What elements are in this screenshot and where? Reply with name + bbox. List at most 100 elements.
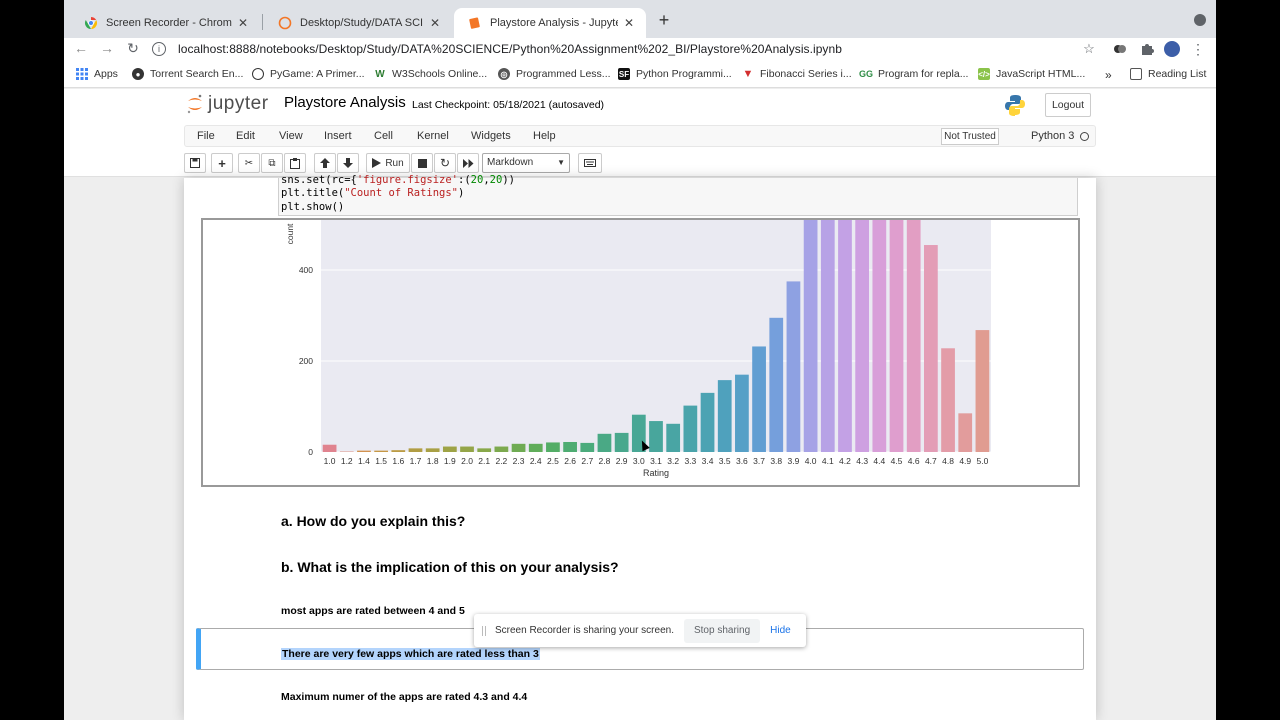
bookmark-fibonacci[interactable]: ▼ Fibonacci Series i...: [742, 68, 852, 80]
restart-kernel-icon[interactable]: ↻: [434, 153, 456, 173]
bookmark-program-replace[interactable]: GG Program for repla...: [859, 68, 968, 80]
tab-screen-recorder[interactable]: Screen Recorder - Chrome We ✕: [70, 8, 260, 38]
move-up-icon[interactable]: [314, 153, 336, 173]
x-tick-label: 4.2: [839, 456, 851, 466]
bookmark-w3schools[interactable]: W W3Schools Online...: [374, 68, 487, 80]
x-tick-label: 2.7: [581, 456, 593, 466]
bookmark-apps[interactable]: Apps: [76, 68, 118, 80]
kernel-indicator[interactable]: Python 3: [1031, 130, 1090, 142]
bookmark-torrent[interactable]: ● Torrent Search En...: [132, 68, 243, 80]
javascript-site-icon: </>: [978, 68, 990, 80]
bar-rating-1.7: [408, 448, 423, 452]
close-icon[interactable]: ✕: [428, 16, 442, 30]
tab-playstore-analysis[interactable]: Playstore Analysis - Jupyter N ✕: [454, 8, 646, 38]
y-axis-label: count: [285, 223, 295, 244]
code-cell[interactable]: sns.set(rc={'figure.figsize':(20,20)) pl…: [278, 174, 1078, 216]
profile-avatar-icon[interactable]: [1164, 41, 1180, 57]
tab-desktop-study[interactable]: Desktop/Study/DATA SCIENCE/ ✕: [264, 8, 452, 38]
reload-icon[interactable]: ↻: [124, 40, 142, 57]
checkpoint-status: Last Checkpoint: 05/18/2021 (autosaved): [412, 99, 605, 111]
cut-icon[interactable]: ✂: [238, 153, 260, 173]
back-icon[interactable]: ←: [72, 40, 90, 56]
bar-rating-1.5: [374, 450, 388, 452]
logout-button[interactable]: Logout: [1045, 93, 1091, 117]
run-button[interactable]: Run: [366, 153, 410, 173]
notebook-toolbar: + ✂ ⧉ Run ↻ Markdown ▼: [184, 153, 1096, 173]
paste-icon[interactable]: [284, 153, 306, 173]
bar-rating-4.1: [820, 220, 835, 452]
x-tick-label: 4.4: [873, 456, 885, 466]
reading-list-icon: [1130, 68, 1142, 80]
command-palette-icon[interactable]: [578, 153, 602, 173]
menu-bar: File Edit View Insert Cell Kernel Widget…: [184, 125, 1096, 147]
reading-list-button[interactable]: Reading List: [1130, 68, 1206, 80]
bookmark-javascript[interactable]: </> JavaScript HTML...: [978, 68, 1085, 80]
restart-run-all-icon[interactable]: [457, 153, 479, 173]
extension-icon[interactable]: [1112, 41, 1128, 57]
markdown-question-a: a. How do you explain this?: [281, 513, 466, 529]
cell-type-value: Markdown: [487, 157, 534, 168]
more-bookmarks-button[interactable]: »: [1105, 68, 1112, 82]
menu-widgets[interactable]: Widgets: [471, 130, 511, 142]
tab-search-icon[interactable]: [1194, 14, 1206, 26]
x-tick-label: 3.8: [770, 456, 782, 466]
cell-type-select[interactable]: Markdown ▼: [482, 153, 570, 173]
jupyter-logo-icon: [186, 93, 204, 115]
menu-view[interactable]: View: [279, 130, 303, 142]
bar-rating-2.7: [580, 442, 595, 452]
kernel-name: Python 3: [1031, 130, 1075, 142]
programmed-lessons-icon: ◎: [498, 68, 510, 80]
bookmark-label: Programmed Less...: [516, 68, 611, 80]
stop-sharing-button[interactable]: Stop sharing: [683, 618, 761, 643]
x-tick-label: 3.6: [736, 456, 748, 466]
forward-icon[interactable]: →: [98, 40, 116, 56]
x-tick-label: 1.4: [358, 456, 370, 466]
bookmark-label: Torrent Search En...: [150, 68, 244, 80]
not-trusted-button[interactable]: Not Trusted: [941, 128, 999, 145]
x-tick-label: 1.2: [341, 456, 353, 466]
menu-cell[interactable]: Cell: [374, 130, 393, 142]
tab-strip: Screen Recorder - Chrome We ✕ Desktop/St…: [64, 0, 1216, 38]
insert-cell-icon[interactable]: +: [211, 153, 233, 173]
info-icon[interactable]: i: [152, 42, 166, 56]
y-tick-label: 200: [299, 356, 313, 366]
x-tick-label: 4.0: [805, 456, 817, 466]
bookmark-star-icon[interactable]: ☆: [1081, 41, 1097, 57]
bookmark-programmed-lessons[interactable]: ◎ Programmed Less...: [498, 68, 611, 80]
copy-icon[interactable]: ⧉: [261, 153, 283, 173]
menu-insert[interactable]: Insert: [324, 130, 352, 142]
menu-file[interactable]: File: [197, 130, 215, 142]
hide-button[interactable]: Hide: [770, 625, 791, 636]
code-line-1: sns.set(rc={'figure.figsize':(20,20)): [281, 174, 515, 186]
move-down-icon[interactable]: [337, 153, 359, 173]
close-icon[interactable]: ✕: [622, 16, 636, 30]
menu-help[interactable]: Help: [533, 130, 556, 142]
close-icon[interactable]: ✕: [236, 16, 250, 30]
jupyter-logo[interactable]: jupyter: [186, 93, 269, 115]
bar-rating-3.4: [700, 392, 715, 452]
bar-rating-2.0: [460, 446, 474, 452]
bookmark-pygame[interactable]: PyGame: A Primer...: [252, 68, 365, 80]
bar-rating-4.2: [838, 220, 852, 452]
tab-title: Screen Recorder - Chrome We: [106, 17, 232, 29]
python-logo-icon: [1004, 94, 1026, 116]
browser-window: Screen Recorder - Chrome We ✕ Desktop/St…: [64, 0, 1216, 720]
x-tick-label: 3.3: [684, 456, 696, 466]
bookmark-label: PyGame: A Primer...: [270, 68, 365, 80]
interrupt-kernel-icon[interactable]: [411, 153, 433, 173]
new-tab-button[interactable]: +: [654, 10, 674, 31]
x-tick-label: 2.1: [478, 456, 490, 466]
more-menu-icon[interactable]: ⋮: [1190, 41, 1206, 57]
puzzle-extensions-icon[interactable]: [1139, 41, 1155, 57]
x-tick-label: 4.7: [925, 456, 937, 466]
menu-kernel[interactable]: Kernel: [417, 130, 449, 142]
bookmark-python-programming[interactable]: SF Python Programmi...: [618, 68, 732, 80]
x-tick-label: 4.9: [959, 456, 971, 466]
jupyter-logo-text: jupyter: [208, 93, 269, 114]
bar-rating-2.5: [546, 442, 560, 452]
notebook-title[interactable]: Playstore Analysis: [284, 94, 406, 111]
menu-edit[interactable]: Edit: [236, 130, 255, 142]
address-bar[interactable]: i localhost:8888/notebooks/Desktop/Study…: [152, 38, 1100, 60]
drag-handle-icon[interactable]: [482, 625, 486, 636]
save-icon[interactable]: [184, 153, 206, 173]
